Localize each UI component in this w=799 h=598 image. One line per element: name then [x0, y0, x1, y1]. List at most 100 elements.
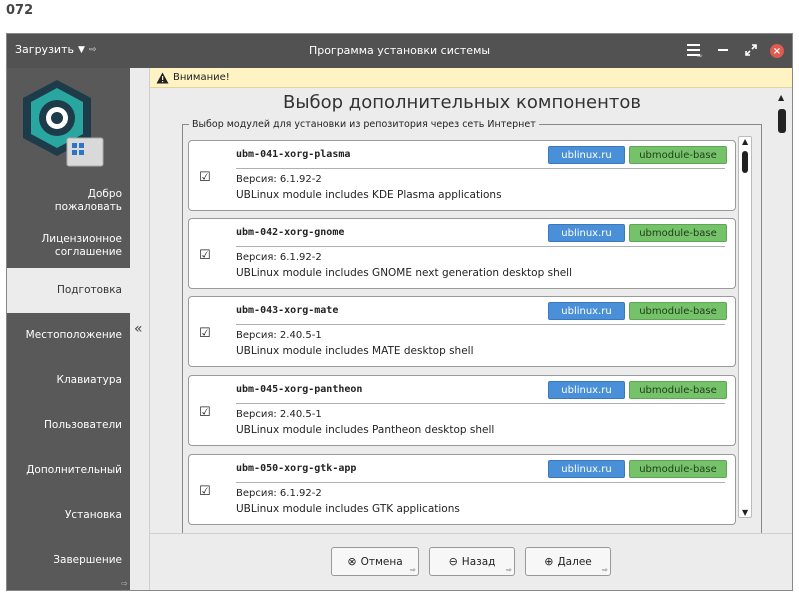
installer-window: Загрузить ▼ ⇨ Программа установки систем…	[6, 33, 793, 591]
repo-tag[interactable]: ublinux.ru	[548, 224, 625, 242]
module-checkbox[interactable]: ☑	[199, 405, 211, 420]
module-description: UBLinux module includes Pantheon desktop…	[236, 424, 495, 436]
sidebar-item-license[interactable]: Лицензионное соглашение	[7, 223, 130, 268]
card-divider	[236, 246, 725, 247]
button-bar: ⊗ Отмена ⇨ ⊖ Назад ⇨ ⊕ Далее ⇨	[150, 533, 792, 590]
scroll-up-icon[interactable]: ▲	[778, 93, 784, 102]
module-name: ubm-045-xorg-pantheon	[236, 384, 363, 395]
main-panel: Внимание! Выбор дополнительных компонент…	[150, 68, 792, 590]
card-divider	[236, 324, 725, 325]
module-version: Версия: 6.1.92-2	[236, 488, 322, 499]
module-list: ☑ ubm-041-xorg-plasma ublinux.ru ubmodul…	[187, 140, 757, 526]
sidebar-item-label: Подготовка	[56, 284, 122, 296]
back-button[interactable]: ⊖ Назад ⇨	[429, 547, 515, 576]
sidebar-item-label: Пользователи	[44, 419, 122, 431]
cancel-icon: ⊗	[347, 555, 357, 568]
sidebar-item-installation[interactable]: Установка	[7, 493, 130, 538]
svg-text:⇨: ⇨	[697, 52, 703, 58]
next-button[interactable]: ⊕ Далее ⇨	[525, 547, 611, 576]
module-description: UBLinux module includes GTK applications	[236, 503, 460, 515]
sidebar-item-keyboard[interactable]: Клавиатура	[7, 358, 130, 403]
resize-handle-icon[interactable]: ⇨	[121, 579, 128, 588]
sidebar-item-label: Дополнительный	[26, 464, 122, 476]
sidebar-nav: Добро пожаловать Лицензионное соглашение…	[7, 178, 130, 583]
cancel-button[interactable]: ⊗ Отмена ⇨	[331, 547, 419, 576]
maximize-icon[interactable]	[742, 40, 760, 60]
base-tag[interactable]: ubmodule-base	[629, 460, 727, 478]
minimize-icon[interactable]	[714, 40, 732, 60]
module-name: ubm-043-xorg-mate	[236, 305, 339, 316]
sidebar-item-label: Местоположение	[25, 329, 122, 341]
submenu-icon: ⇨	[602, 566, 608, 574]
ublinux-logo-icon	[23, 80, 104, 167]
sidebar-item-welcome[interactable]: Добро пожаловать	[7, 178, 130, 223]
collapse-sidebar-button[interactable]: «	[134, 321, 143, 337]
repo-tag[interactable]: ublinux.ru	[548, 302, 625, 320]
page-scrollbar[interactable]: ▲ ▼	[776, 89, 788, 566]
sidebar-item-label: Клавиатура	[56, 374, 122, 386]
module-checkbox[interactable]: ☑	[199, 326, 211, 341]
card-divider	[236, 168, 725, 169]
next-arrow-icon: ⊕	[544, 555, 554, 568]
module-checkbox[interactable]: ☑	[199, 248, 211, 263]
module-list-scrollbar[interactable]: ▲ ▼	[738, 136, 752, 518]
cancel-label: Отмена	[360, 555, 403, 568]
module-version: Версия: 6.1.92-2	[236, 174, 322, 185]
base-tag[interactable]: ubmodule-base	[629, 302, 727, 320]
back-label: Назад	[461, 555, 496, 568]
module-checkbox[interactable]: ☑	[199, 484, 211, 499]
module-card: ☑ ubm-042-xorg-gnome ublinux.ru ubmodule…	[188, 218, 736, 289]
page-title: Выбор дополнительных компонентов	[282, 92, 642, 113]
sidebar-item-label: Лицензионное соглашение	[41, 232, 122, 258]
scroll-thumb[interactable]	[778, 109, 786, 133]
module-version: Версия: 2.40.5-1	[236, 330, 322, 341]
list-scroll-thumb[interactable]	[742, 151, 748, 173]
card-divider	[236, 403, 725, 404]
hamburger-icon[interactable]: ⇨	[686, 40, 704, 60]
module-name: ubm-042-xorg-gnome	[236, 227, 345, 238]
sidebar-item-label: Установка	[65, 509, 122, 521]
close-icon[interactable]: ×	[770, 44, 784, 58]
module-description: UBLinux module includes KDE Plasma appli…	[236, 189, 502, 201]
base-tag[interactable]: ubmodule-base	[629, 224, 727, 242]
warning-icon	[156, 72, 169, 83]
warning-text: Внимание!	[173, 72, 230, 83]
repo-tag[interactable]: ublinux.ru	[548, 146, 625, 164]
sidebar-item-preparation[interactable]: Подготовка	[7, 268, 130, 313]
back-arrow-icon: ⊖	[448, 555, 458, 568]
module-version: Версия: 2.40.5-1	[236, 409, 322, 420]
sidebar-item-users[interactable]: Пользователи	[7, 403, 130, 448]
sidebar-collapse-strip: «	[130, 68, 150, 590]
module-description: UBLinux module includes GNOME next gener…	[236, 267, 573, 279]
sidebar-item-location[interactable]: Местоположение	[7, 313, 130, 358]
module-version: Версия: 6.1.92-2	[236, 252, 322, 263]
list-scroll-up-icon[interactable]: ▲	[742, 137, 748, 146]
sidebar: Добро пожаловать Лицензионное соглашение…	[7, 68, 130, 590]
card-divider	[236, 482, 725, 483]
frame-label: 072	[6, 3, 34, 18]
module-description: UBLinux module includes MATE desktop she…	[236, 345, 474, 357]
sidebar-item-label: Завершение	[53, 554, 122, 566]
sidebar-item-label: Добро пожаловать	[54, 187, 122, 213]
submenu-icon: ⇨	[410, 566, 416, 574]
modules-group: Выбор модулей для установки из репозитор…	[182, 119, 762, 571]
base-tag[interactable]: ubmodule-base	[629, 381, 727, 399]
submenu-icon: ⇨	[506, 566, 512, 574]
base-tag[interactable]: ubmodule-base	[629, 146, 727, 164]
page-content: Выбор дополнительных компонентов ▲ ▼ Выб…	[150, 89, 792, 571]
window-title: Программа установки системы	[308, 44, 491, 57]
title-bar: Загрузить ▼ ⇨ Программа установки систем…	[7, 34, 792, 68]
list-scroll-down-icon[interactable]: ▼	[742, 508, 748, 517]
module-name: ubm-050-xorg-gtk-app	[236, 463, 357, 474]
repo-tag[interactable]: ublinux.ru	[548, 460, 625, 478]
repo-tag[interactable]: ublinux.ru	[548, 381, 625, 399]
module-card: ☑ ubm-041-xorg-plasma ublinux.ru ubmodul…	[188, 140, 736, 211]
module-checkbox[interactable]: ☑	[199, 170, 211, 185]
group-legend: Выбор модулей для установки из репозитор…	[192, 119, 536, 130]
module-name: ubm-041-xorg-plasma	[236, 149, 351, 160]
module-card: ☑ ubm-050-xorg-gtk-app ublinux.ru ubmodu…	[188, 454, 736, 525]
module-card: ☑ ubm-043-xorg-mate ublinux.ru ubmodule-…	[188, 296, 736, 367]
sidebar-item-completion[interactable]: Завершение	[7, 538, 130, 583]
module-card: ☑ ubm-045-xorg-pantheon ublinux.ru ubmod…	[188, 375, 736, 446]
sidebar-item-additional[interactable]: Дополнительный	[7, 448, 130, 493]
